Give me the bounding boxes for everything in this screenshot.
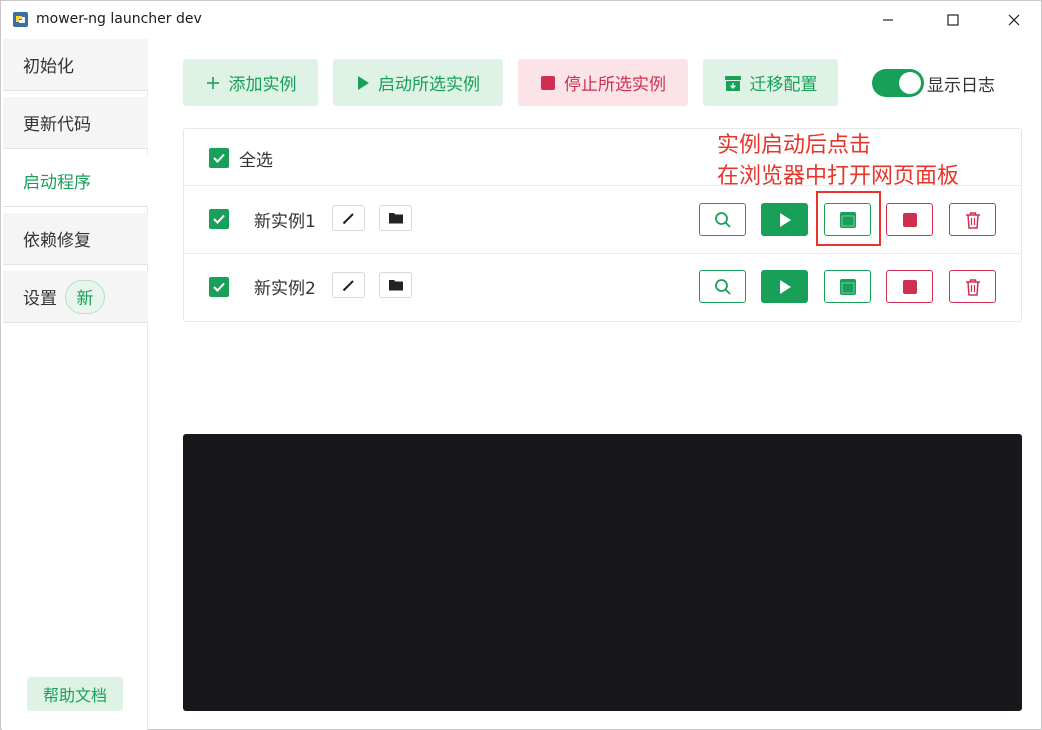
- search-button[interactable]: [699, 270, 746, 303]
- add-instance-button[interactable]: 添加实例: [183, 59, 318, 106]
- delete-button[interactable]: [949, 270, 996, 303]
- search-button[interactable]: [699, 203, 746, 236]
- stop-icon: [902, 279, 917, 294]
- python-app-icon: [13, 12, 28, 27]
- open-folder-button[interactable]: [379, 272, 412, 298]
- checkmark-icon: [213, 214, 225, 224]
- play-icon: [358, 75, 369, 90]
- sidebar-item-label: 依赖修复: [23, 231, 91, 251]
- search-icon: [714, 278, 731, 295]
- maximize-icon: [947, 14, 959, 26]
- show-log-label: 显示日志: [927, 76, 995, 96]
- sidebar-item-update-code[interactable]: 更新代码: [3, 97, 148, 149]
- stop-icon: [902, 212, 917, 227]
- select-all-label: 全选: [239, 151, 273, 171]
- rename-button[interactable]: [332, 205, 365, 231]
- plus-icon: [206, 76, 219, 89]
- help-docs-button[interactable]: 帮助文档: [27, 677, 123, 711]
- delete-button[interactable]: [949, 203, 996, 236]
- sidebar-item-settings[interactable]: 设置 新: [3, 271, 148, 323]
- folder-icon: [388, 213, 403, 224]
- log-output[interactable]: [183, 434, 1022, 711]
- rename-button[interactable]: [332, 272, 365, 298]
- sidebar-item-label: 更新代码: [23, 115, 91, 135]
- trash-icon: [965, 278, 980, 296]
- pencil-icon: [342, 213, 354, 225]
- maximize-button[interactable]: [930, 1, 976, 39]
- open-web-panel-button[interactable]: [824, 270, 871, 303]
- play-icon: [779, 212, 791, 227]
- play-icon: [779, 279, 791, 294]
- stop-selected-label: 停止所选实例: [564, 75, 666, 95]
- start-selected-label: 启动所选实例: [378, 75, 480, 95]
- sidebar-item-label: 设置: [23, 289, 57, 309]
- stop-icon: [541, 75, 555, 90]
- add-instance-label: 添加实例: [228, 75, 297, 95]
- toggle-knob: [899, 72, 921, 94]
- instance-checkbox[interactable]: [209, 277, 229, 297]
- stop-button[interactable]: [886, 203, 933, 236]
- migrate-config-label: 迁移配置: [749, 75, 818, 95]
- sidebar-item-dependency-fix[interactable]: 依赖修复: [3, 213, 148, 265]
- show-log-toggle[interactable]: [872, 69, 924, 97]
- instance-checkbox[interactable]: [209, 209, 229, 229]
- migrate-config-button[interactable]: 迁移配置: [703, 59, 838, 106]
- browser-window-icon: [839, 278, 856, 295]
- row-divider: [184, 253, 1021, 254]
- folder-icon: [388, 280, 403, 291]
- archive-icon: [724, 75, 741, 91]
- minimize-button[interactable]: [865, 1, 911, 39]
- sidebar-item-launch[interactable]: 启动程序: [3, 155, 148, 207]
- select-all-checkbox[interactable]: [209, 148, 229, 168]
- app-window: mower-ng launcher dev 初始化 更新代码 启动程序 依赖修复…: [0, 0, 1042, 730]
- open-folder-button[interactable]: [379, 205, 412, 231]
- stop-selected-button[interactable]: 停止所选实例: [518, 59, 688, 106]
- window-title: mower-ng launcher dev: [36, 11, 202, 27]
- checkmark-icon: [213, 153, 225, 163]
- annotation-line-2: 在浏览器中打开网页面板: [717, 164, 960, 189]
- start-button[interactable]: [761, 270, 808, 303]
- sidebar-item-label: 初始化: [23, 57, 74, 77]
- checkmark-icon: [213, 282, 225, 292]
- annotation-line-1: 实例启动后点击: [717, 133, 872, 158]
- sidebar-item-init[interactable]: 初始化: [3, 39, 148, 91]
- sidebar-item-label: 启动程序: [23, 173, 91, 193]
- new-badge: 新: [65, 279, 105, 314]
- pencil-icon: [342, 280, 354, 292]
- trash-icon: [965, 211, 980, 229]
- instance-name: 新实例2: [254, 279, 316, 299]
- annotation-highlight-box: [816, 191, 881, 246]
- start-selected-button[interactable]: 启动所选实例: [333, 59, 503, 106]
- title-bar: mower-ng launcher dev: [1, 1, 1041, 39]
- instance-name: 新实例1: [254, 212, 316, 232]
- search-icon: [714, 211, 731, 228]
- minimize-icon: [883, 19, 893, 21]
- close-button[interactable]: [991, 1, 1037, 39]
- start-button[interactable]: [761, 203, 808, 236]
- close-icon: [1008, 14, 1020, 26]
- stop-button[interactable]: [886, 270, 933, 303]
- sidebar: 初始化 更新代码 启动程序 依赖修复 设置 新 帮助文档: [2, 39, 148, 730]
